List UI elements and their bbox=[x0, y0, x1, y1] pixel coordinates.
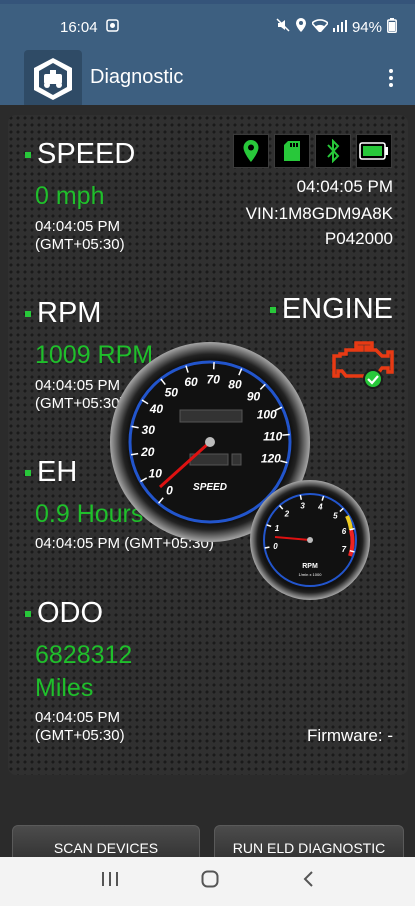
speed-indicator-dot bbox=[25, 151, 31, 158]
tachometer-tick-mark bbox=[266, 524, 272, 528]
speedometer-tick-mark bbox=[282, 433, 290, 436]
rpm-label: RPM bbox=[25, 297, 101, 330]
vin-text: VIN:1M8GDM9A8K bbox=[245, 204, 393, 223]
dtc-code: P042000 bbox=[324, 229, 393, 248]
tachometer-tick-mark bbox=[264, 546, 270, 549]
system-nav-bar bbox=[0, 857, 415, 906]
tachometer-tick-label: 7 bbox=[342, 545, 347, 554]
odo-time: 04:04:05 PM bbox=[35, 709, 121, 726]
speedometer-tick-label: 90 bbox=[247, 390, 261, 404]
speedometer-tick-mark bbox=[185, 365, 189, 373]
mute-icon bbox=[276, 18, 290, 36]
wifi-icon bbox=[310, 18, 330, 36]
home-icon[interactable] bbox=[201, 870, 219, 893]
device-time: 04:04:05 PM bbox=[296, 177, 393, 196]
speed-label: SPEED bbox=[25, 138, 135, 171]
speedometer-tick-mark bbox=[158, 497, 164, 504]
odo-value-unit: Miles bbox=[35, 674, 94, 702]
speedometer-tick-mark bbox=[140, 477, 148, 483]
speed-time: 04:04:05 PM bbox=[35, 218, 121, 235]
recent-apps-icon[interactable] bbox=[101, 871, 119, 892]
sd-card-status-icon bbox=[274, 134, 310, 168]
app-bar: Diagnostic bbox=[0, 49, 415, 108]
speedometer-tick-label: 0 bbox=[166, 483, 173, 497]
tachometer-tick-label: 3 bbox=[300, 502, 305, 511]
bluetooth-status-icon bbox=[315, 134, 351, 168]
app-logo bbox=[24, 49, 82, 108]
tachometer-tick-mark bbox=[339, 507, 344, 513]
odo-timezone: (GMT+05:30) bbox=[35, 727, 125, 744]
speedometer-tick-mark bbox=[160, 378, 166, 386]
status-icons-right: 94% bbox=[276, 17, 397, 37]
status-time: 16:04 bbox=[60, 18, 98, 36]
app-title: Diagnostic bbox=[90, 66, 184, 88]
odo-indicator-dot bbox=[25, 610, 31, 617]
tachometer-tick-label: 1 bbox=[275, 524, 280, 533]
eh-label: EH bbox=[25, 456, 77, 489]
eh-label-text: EH bbox=[37, 456, 78, 488]
location-icon bbox=[295, 18, 307, 36]
signal-icon bbox=[332, 19, 347, 36]
speedometer-tick-label: 80 bbox=[228, 377, 242, 391]
firmware-text: Firmware: - bbox=[307, 726, 393, 745]
speedometer-tick-label: 60 bbox=[184, 375, 198, 389]
check-engine-icon bbox=[332, 340, 394, 395]
speed-timezone: (GMT+05:30) bbox=[35, 236, 125, 253]
battery-text: 94% bbox=[351, 18, 382, 36]
speedometer-tick-label: 100 bbox=[257, 408, 277, 422]
tachometer-tick-label: 6 bbox=[342, 527, 347, 536]
speedometer-tick-label: 110 bbox=[263, 429, 282, 443]
screenshot-notification-icon bbox=[105, 18, 119, 36]
speedometer-tick-mark bbox=[141, 399, 149, 405]
odo-label: ODO bbox=[25, 597, 103, 630]
tachometer-tick-label: 0 bbox=[273, 542, 278, 551]
speed-value: 0 mph bbox=[35, 182, 105, 210]
battery-icon bbox=[387, 17, 397, 37]
speed-label-text: SPEED bbox=[37, 138, 136, 170]
tachometer-sub-caption: 1/min x 1000 bbox=[299, 572, 323, 577]
speedometer-tick-label: 40 bbox=[149, 402, 164, 416]
rpm-indicator-dot bbox=[25, 310, 31, 317]
engine-label: ENGINE bbox=[269, 293, 393, 326]
rpm-label-text: RPM bbox=[37, 297, 102, 329]
tachometer-tick-mark bbox=[299, 494, 303, 500]
tachometer-tick-label: 5 bbox=[333, 512, 338, 521]
speed-timestamp: 04:04:05 PM (GMT+05:30) bbox=[35, 218, 125, 254]
speedometer-tick-label: 50 bbox=[165, 385, 179, 399]
tachometer-gauge: RPM 1/min x 1000 01234567 bbox=[250, 480, 370, 600]
overflow-menu-icon[interactable] bbox=[381, 63, 401, 93]
odo-value-number: 6828312 bbox=[35, 641, 133, 669]
back-icon[interactable] bbox=[302, 870, 314, 893]
tachometer-tick-label: 2 bbox=[284, 510, 290, 519]
battery-status-icon bbox=[356, 134, 392, 168]
device-status-icons bbox=[233, 134, 392, 168]
engine-indicator-dot bbox=[269, 306, 276, 313]
engine-label-text: ENGINE bbox=[281, 293, 393, 325]
speedometer-tick-label: 20 bbox=[140, 445, 155, 459]
speedometer-tick-label: 10 bbox=[149, 466, 163, 480]
speedometer-tick-label: 30 bbox=[142, 423, 156, 437]
odo-timestamp: 04:04:05 PM (GMT+05:30) bbox=[35, 709, 125, 745]
tachometer-tick-mark bbox=[321, 495, 325, 501]
gps-status-icon bbox=[233, 134, 269, 168]
eh-indicator-dot bbox=[25, 469, 31, 476]
status-time-group: 16:04 bbox=[60, 19, 119, 36]
tachometer-caption: RPM bbox=[302, 563, 318, 570]
odo-label-text: ODO bbox=[37, 597, 104, 629]
status-bar: 16:04 94% bbox=[0, 0, 415, 50]
tachometer-tick-mark bbox=[279, 505, 284, 510]
speedometer-tick-label: 70 bbox=[207, 372, 221, 386]
tachometer-tick-label: 4 bbox=[317, 502, 323, 511]
speedometer-caption: SPEED bbox=[193, 482, 227, 493]
speedometer-tick-mark bbox=[259, 383, 266, 390]
speedometer-tick-label: 120 bbox=[261, 452, 281, 466]
